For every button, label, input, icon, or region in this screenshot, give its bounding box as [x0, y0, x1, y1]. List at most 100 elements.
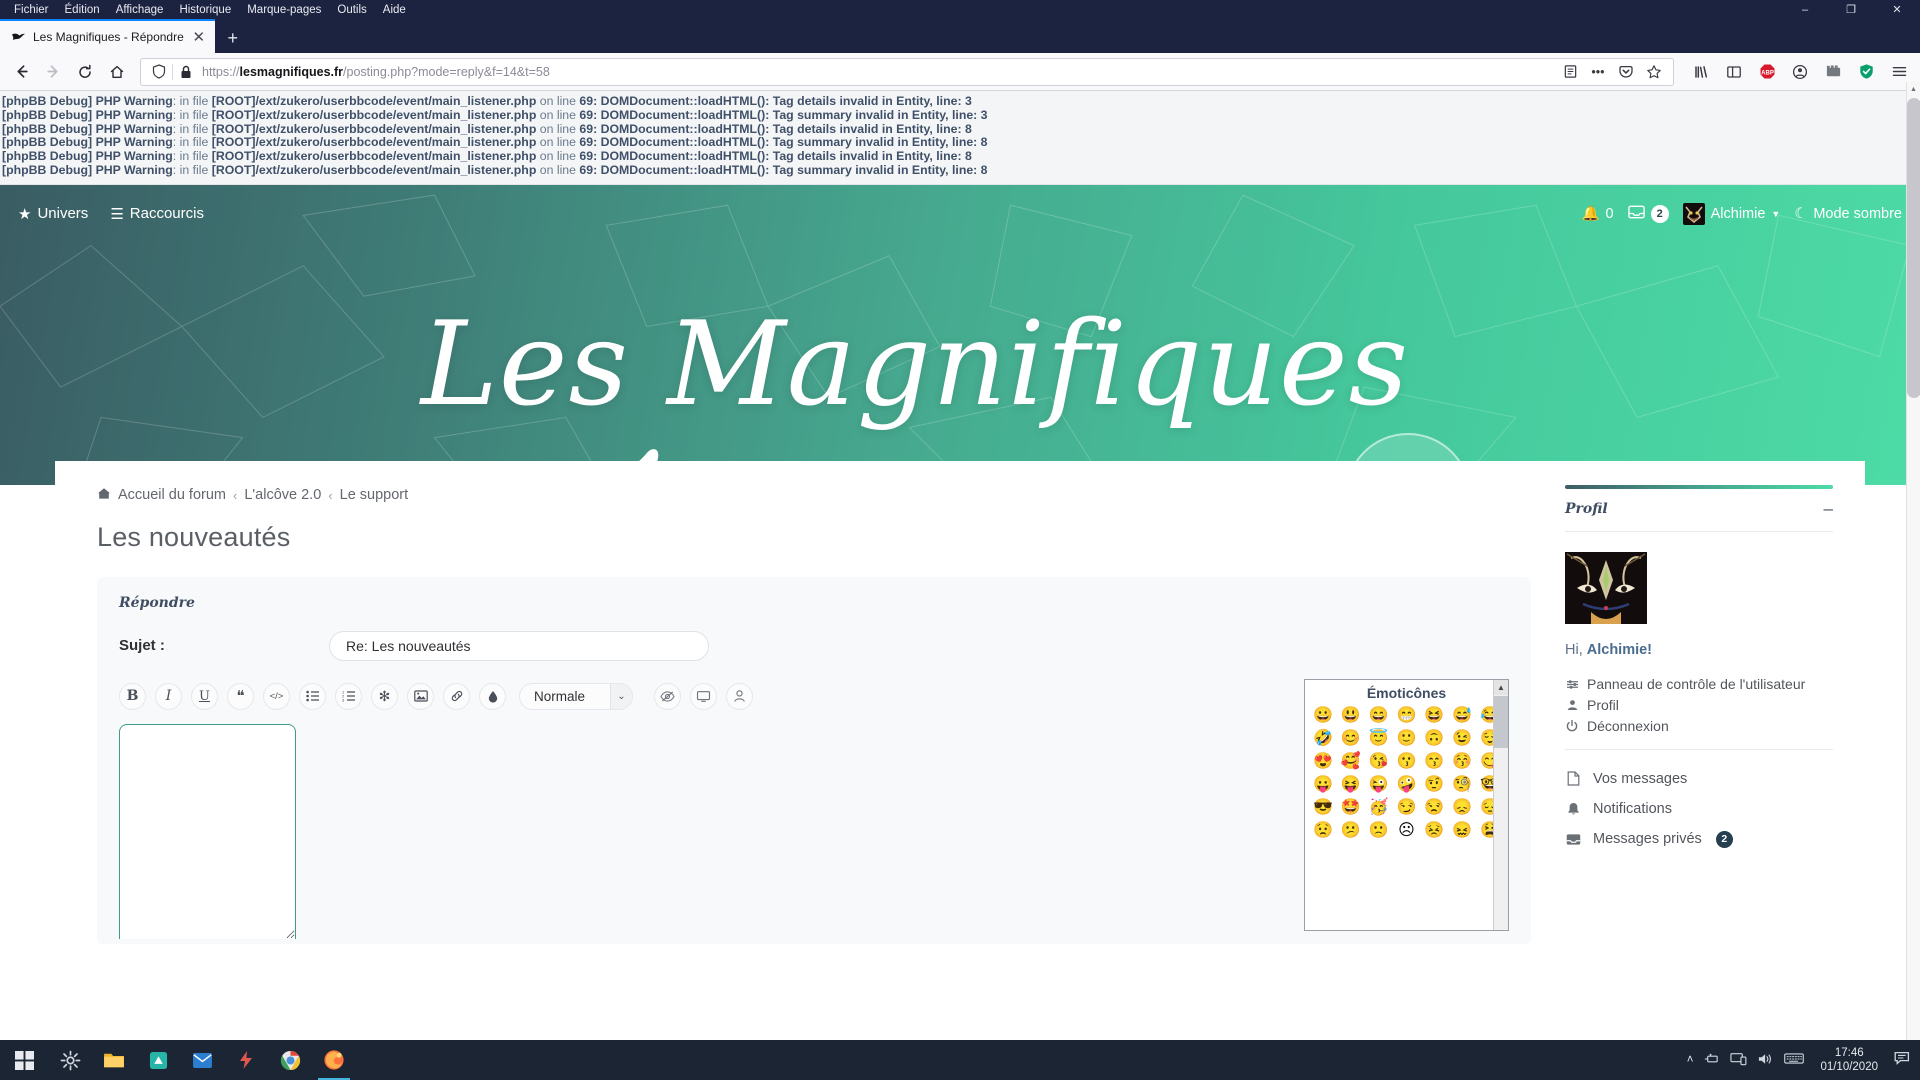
- breadcrumb-item-support[interactable]: Le support: [340, 487, 409, 503]
- nav-raccourcis[interactable]: ☰ Raccourcis: [110, 205, 204, 223]
- smiley-item[interactable]: 😞: [1448, 797, 1476, 818]
- smiley-item[interactable]: 😅: [1448, 705, 1476, 726]
- notification-icon[interactable]: [1894, 1051, 1912, 1070]
- minimize-button[interactable]: –: [1782, 0, 1828, 19]
- nav-user-menu[interactable]: Alchimie ▼: [1682, 202, 1780, 225]
- smiley-item[interactable]: 😟: [1309, 820, 1337, 841]
- link-user-control-panel[interactable]: Panneau de contrôle de l'utilisateur: [1565, 674, 1833, 695]
- tab-close-icon[interactable]: ✕: [191, 29, 207, 45]
- mail-icon[interactable]: [180, 1040, 224, 1080]
- smiley-item[interactable]: 🤪: [1393, 774, 1421, 795]
- menu-affichage[interactable]: Affichage: [108, 4, 172, 16]
- smiley-item[interactable]: 😛: [1309, 774, 1337, 795]
- back-button[interactable]: [6, 57, 36, 87]
- smiley-item[interactable]: 😇: [1365, 728, 1393, 749]
- smiley-item[interactable]: 😘: [1365, 751, 1393, 772]
- smiley-item[interactable]: 😙: [1420, 751, 1448, 772]
- greeting-username[interactable]: Alchimie!: [1587, 642, 1652, 658]
- menu-vos-messages[interactable]: Vos messages: [1565, 764, 1833, 794]
- new-tab-button[interactable]: +: [219, 23, 247, 53]
- home-button[interactable]: [102, 57, 132, 87]
- smiley-item[interactable]: 😏: [1393, 797, 1421, 818]
- breadcrumb-item-alcove[interactable]: L'alcôve 2.0: [244, 487, 321, 503]
- url-text[interactable]: https://lesmagnifiques.fr/posting.php?mo…: [196, 65, 1557, 79]
- reload-button[interactable]: [70, 57, 100, 87]
- link-logout[interactable]: Déconnexion: [1565, 716, 1833, 737]
- ordered-list-button[interactable]: 123: [335, 682, 362, 710]
- page-scrollbar-thumb[interactable]: [1907, 98, 1920, 398]
- pocket-icon[interactable]: [1613, 60, 1639, 84]
- scroll-up-icon[interactable]: ▲: [1494, 679, 1508, 695]
- smiley-item[interactable]: 😖: [1448, 820, 1476, 841]
- special-button[interactable]: ✻: [371, 682, 398, 710]
- smiley-item[interactable]: ☹: [1393, 820, 1421, 841]
- bookmark-star-icon[interactable]: [1641, 60, 1667, 84]
- smiley-item[interactable]: 😃: [1337, 705, 1365, 726]
- smiley-item[interactable]: 😜: [1365, 774, 1393, 795]
- smiley-item[interactable]: 🤣: [1309, 728, 1337, 749]
- smiley-item[interactable]: 😉: [1448, 728, 1476, 749]
- nav-univers[interactable]: ★ Univers: [18, 205, 88, 223]
- smiley-item[interactable]: 😆: [1420, 705, 1448, 726]
- volume-icon[interactable]: [1757, 1052, 1774, 1069]
- menu-marque-pages[interactable]: Marque-pages: [239, 4, 329, 16]
- taskbar-clock[interactable]: 17:46 01/10/2020: [1814, 1046, 1884, 1074]
- shield-icon[interactable]: [1851, 57, 1881, 87]
- smiley-item[interactable]: 🤨: [1420, 774, 1448, 795]
- flash-icon[interactable]: [224, 1040, 268, 1080]
- smiley-item[interactable]: 😕: [1337, 820, 1365, 841]
- link-profile[interactable]: Profil: [1565, 695, 1833, 716]
- link-button[interactable]: [443, 682, 470, 710]
- italic-button[interactable]: I: [155, 682, 182, 710]
- color-button[interactable]: [479, 682, 506, 710]
- usb-icon[interactable]: [1703, 1052, 1720, 1069]
- unordered-list-button[interactable]: [299, 682, 326, 710]
- message-textarea[interactable]: [119, 723, 296, 939]
- chevron-down-icon[interactable]: ⌄: [610, 683, 632, 709]
- menu-notifications[interactable]: Notifications: [1565, 794, 1833, 824]
- smiley-item[interactable]: 😁: [1393, 705, 1421, 726]
- more-icon[interactable]: •••: [1585, 60, 1611, 84]
- forward-button[interactable]: [38, 57, 68, 87]
- font-size-select[interactable]: Normale ⌄: [519, 682, 633, 710]
- firefox-icon[interactable]: [312, 1040, 356, 1080]
- smiley-item[interactable]: 🙃: [1420, 728, 1448, 749]
- smiley-item[interactable]: 😀: [1309, 705, 1337, 726]
- smiley-item[interactable]: 😒: [1420, 797, 1448, 818]
- smiley-item[interactable]: 😣: [1420, 820, 1448, 841]
- menu-aide[interactable]: Aide: [375, 4, 414, 16]
- smiley-item[interactable]: 😎: [1309, 797, 1337, 818]
- smilies-scrollbar[interactable]: ▲: [1493, 679, 1508, 930]
- url-bar[interactable]: https://lesmagnifiques.fr/posting.php?mo…: [140, 57, 1674, 86]
- hide-preview-button[interactable]: [654, 682, 681, 710]
- smiley-item[interactable]: 😄: [1365, 705, 1393, 726]
- smiley-item[interactable]: 🥳: [1365, 797, 1393, 818]
- keyboard-icon[interactable]: [1784, 1052, 1805, 1068]
- display-icon[interactable]: [1730, 1052, 1747, 1069]
- smiley-item[interactable]: 😚: [1448, 751, 1476, 772]
- start-button[interactable]: [0, 1040, 48, 1080]
- smiley-item[interactable]: 😍: [1309, 751, 1337, 772]
- chrome-icon[interactable]: [268, 1040, 312, 1080]
- breadcrumb-item-home[interactable]: Accueil du forum: [118, 487, 226, 503]
- file-explorer-icon[interactable]: [92, 1040, 136, 1080]
- menu-historique[interactable]: Historique: [171, 4, 239, 16]
- maximize-button[interactable]: ❐: [1828, 0, 1874, 19]
- profile-button[interactable]: [726, 682, 753, 710]
- code-button[interactable]: </>: [263, 682, 290, 710]
- smiley-item[interactable]: 😗: [1393, 751, 1421, 772]
- scroll-up-icon[interactable]: ▲: [1907, 82, 1920, 96]
- bold-button[interactable]: B: [119, 682, 146, 710]
- menu-outils[interactable]: Outils: [329, 4, 374, 16]
- nav-private-messages[interactable]: 2: [1627, 204, 1669, 223]
- smiley-item[interactable]: 🥰: [1337, 751, 1365, 772]
- account-icon[interactable]: [1785, 57, 1815, 87]
- tracking-shield-icon[interactable]: [147, 64, 171, 79]
- subject-input[interactable]: [329, 630, 709, 661]
- sidebar-icon[interactable]: [1719, 57, 1749, 87]
- settings-icon[interactable]: [48, 1040, 92, 1080]
- collapse-icon[interactable]: –: [1824, 500, 1833, 517]
- smiley-item[interactable]: 🧐: [1448, 774, 1476, 795]
- underline-button[interactable]: U: [191, 682, 218, 710]
- smiley-item[interactable]: 🤩: [1337, 797, 1365, 818]
